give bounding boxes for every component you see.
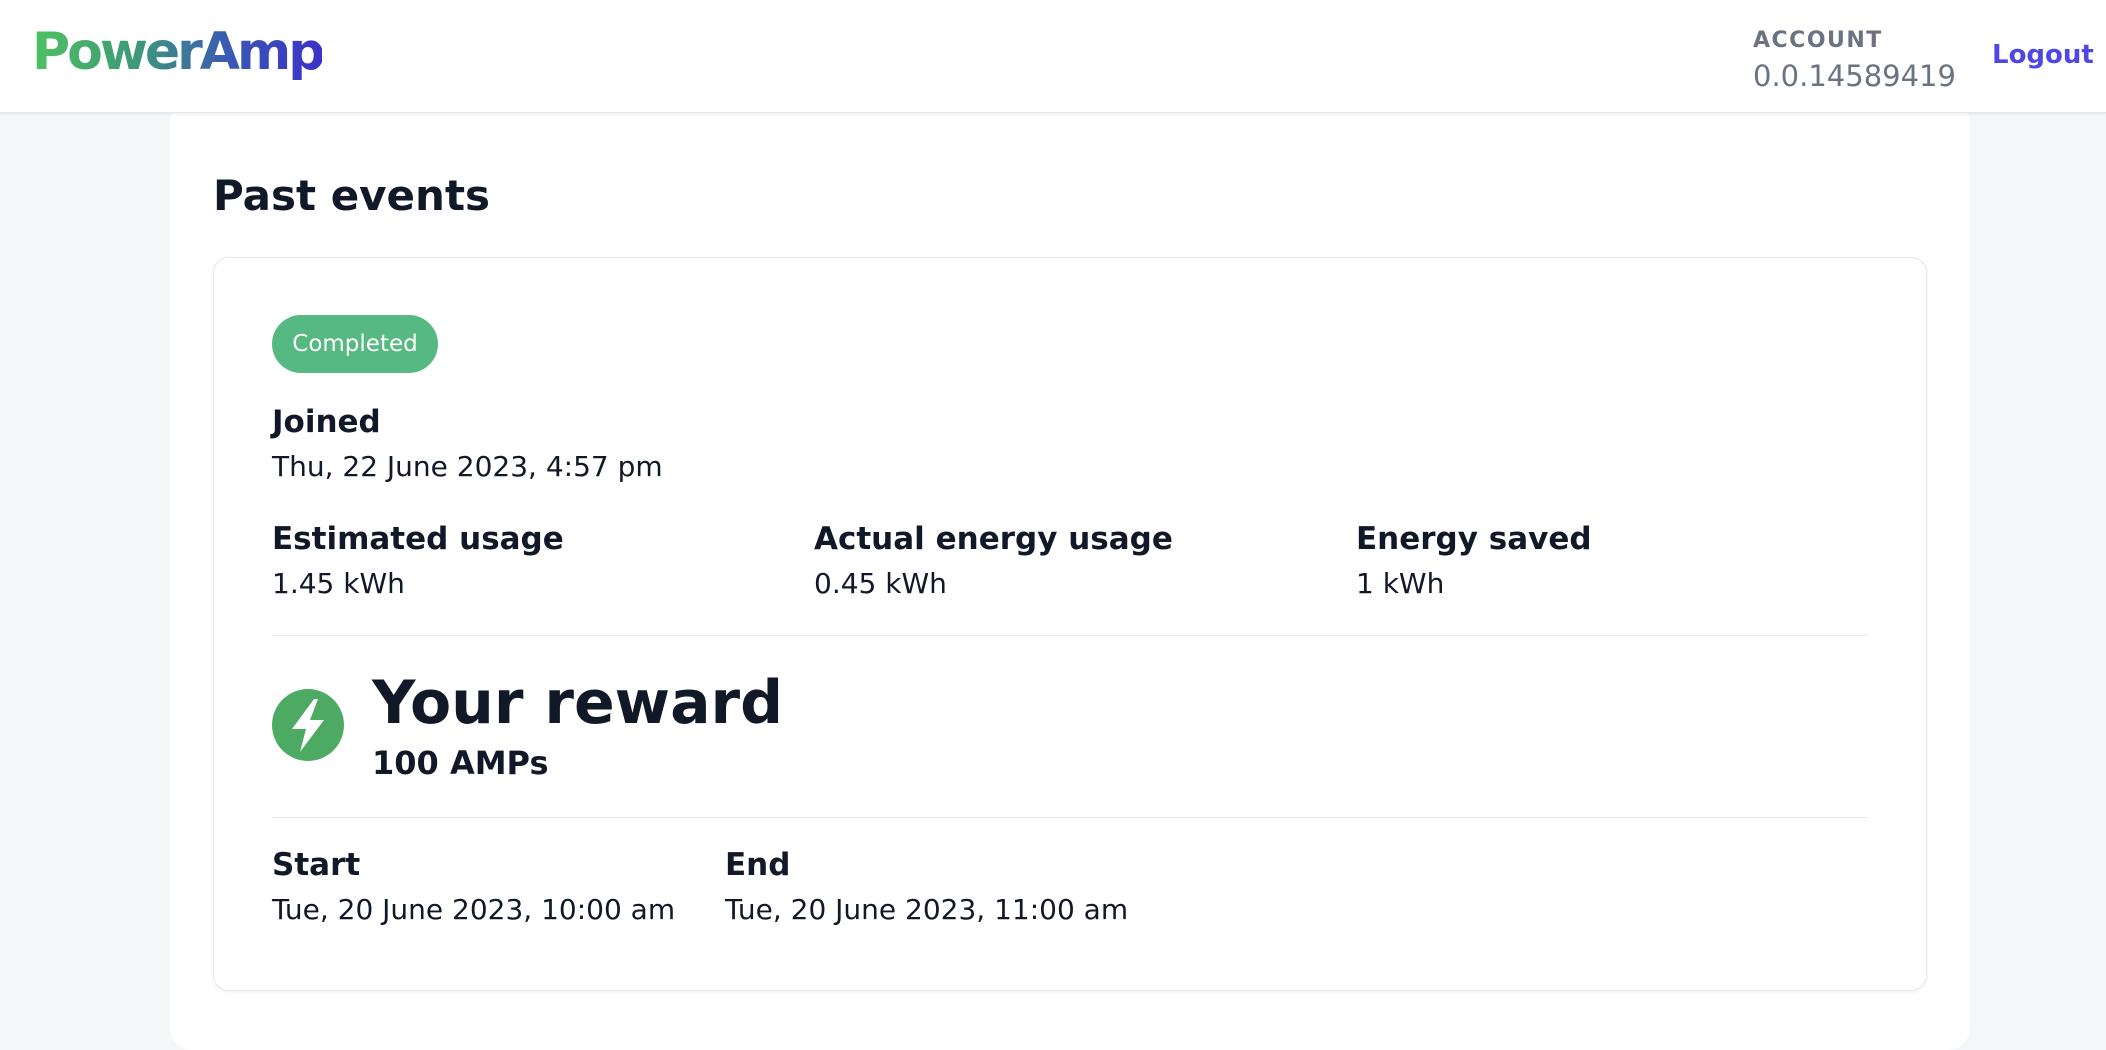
page-title: Past events [213, 171, 491, 220]
start-value: Tue, 20 June 2023, 10:00 am [272, 893, 676, 926]
actual-usage-value: 0.45 kWh [814, 567, 947, 600]
divider [272, 635, 1868, 636]
event-card: Completed Joined Thu, 22 June 2023, 4:57… [213, 257, 1927, 991]
actual-usage-label: Actual energy usage [814, 521, 1173, 557]
status-badge: Completed [272, 315, 438, 373]
logout-button[interactable]: Logout [1992, 38, 2094, 72]
poweramp-logo[interactable]: PowerAmp [32, 22, 325, 82]
top-navigation-bar: PowerAmp ACCOUNT 0.0.14589419 Logout [0, 0, 2106, 113]
reward-title: Your reward [372, 668, 784, 738]
lightning-bolt-icon [272, 689, 344, 761]
joined-label: Joined [272, 404, 381, 440]
account-id: 0.0.14589419 [1753, 59, 1956, 93]
end-label: End [725, 847, 791, 883]
estimated-usage-value: 1.45 kWh [272, 567, 405, 600]
account-info: ACCOUNT 0.0.14589419 [1753, 28, 1956, 96]
energy-saved-label: Energy saved [1356, 521, 1592, 557]
reward-amount: 100 AMPs [372, 744, 549, 782]
joined-value: Thu, 22 June 2023, 4:57 pm [272, 450, 663, 483]
end-value: Tue, 20 June 2023, 11:00 am [725, 893, 1129, 926]
account-label: ACCOUNT [1753, 28, 1883, 53]
divider [272, 817, 1868, 818]
estimated-usage-label: Estimated usage [272, 521, 564, 557]
energy-saved-value: 1 kWh [1356, 567, 1445, 600]
start-label: Start [272, 847, 361, 883]
